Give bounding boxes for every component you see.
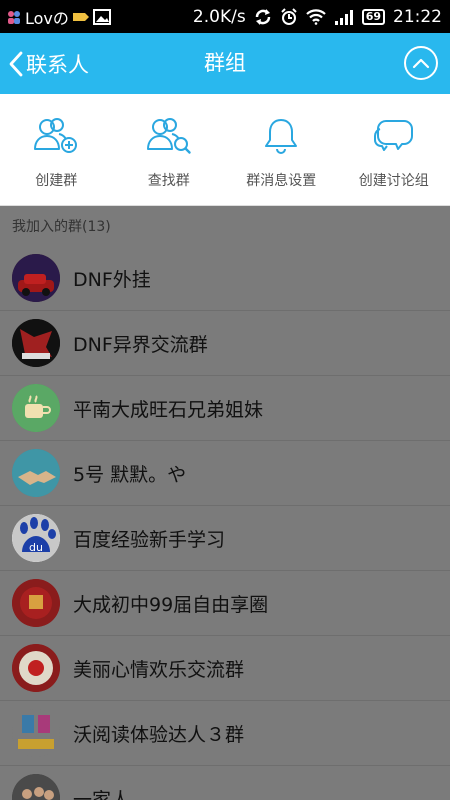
- status-left: Lovの: [0, 5, 111, 29]
- group-name: 大成初中99届自由享圈: [73, 593, 269, 616]
- net-speed: 2.0K/s: [192, 6, 246, 27]
- collapse-button[interactable]: [404, 46, 438, 80]
- notification-icon: [72, 10, 90, 24]
- signal-icon: [334, 9, 354, 25]
- bell-icon: [258, 116, 304, 156]
- status-bar: Lovの 2.0K/s 69 21:22: [0, 0, 450, 33]
- group-name: 百度经验新手学习: [73, 528, 226, 551]
- list-item[interactable]: 一家人: [0, 766, 450, 800]
- battery-indicator: 69: [361, 8, 385, 25]
- group-name: DNF异界交流群: [73, 333, 208, 356]
- group-message-settings-button[interactable]: 群消息设置: [225, 94, 338, 205]
- list-item[interactable]: 沃阅读体验达人３群: [0, 701, 450, 766]
- avatar: [12, 319, 60, 367]
- avatar: [12, 774, 60, 800]
- avatar: [12, 579, 60, 627]
- svg-text:du: du: [29, 541, 43, 554]
- list-item[interactable]: 平南大成旺石兄弟姐妹: [0, 376, 450, 441]
- create-group-label: 创建群: [35, 173, 78, 189]
- group-name: 美丽心情欢乐交流群: [73, 658, 245, 681]
- clock: 21:22: [393, 6, 442, 27]
- group-name: DNF外挂: [73, 268, 151, 291]
- chevron-up-icon: [412, 57, 430, 69]
- create-group-button[interactable]: 创建群: [0, 94, 113, 205]
- back-button[interactable]: 联系人: [8, 33, 89, 94]
- group-name: 沃阅读体验达人３群: [73, 723, 245, 746]
- alarm-icon: [280, 7, 298, 26]
- list-item[interactable]: 5号 默默。や: [0, 441, 450, 506]
- sync-icon: [254, 8, 272, 26]
- find-group-button[interactable]: 查找群: [113, 94, 226, 205]
- title-bar: 联系人 群组: [0, 33, 450, 94]
- find-group-icon: [146, 116, 192, 156]
- create-discussion-button[interactable]: 创建讨论组: [338, 94, 450, 205]
- avatar: du: [12, 514, 60, 562]
- list-item[interactable]: DNF外挂: [0, 246, 450, 311]
- image-icon: [92, 8, 111, 25]
- chevron-left-icon: [8, 51, 24, 77]
- chat-bubbles-icon: [371, 116, 417, 156]
- wifi-icon: [305, 8, 326, 25]
- create-group-icon: [33, 116, 79, 156]
- group-name: 平南大成旺石兄弟姐妹: [73, 398, 264, 421]
- group-name: 一家人: [73, 788, 131, 800]
- status-right: 2.0K/s 69 21:22: [193, 7, 450, 27]
- find-group-label: 查找群: [147, 173, 190, 189]
- carrier-text: Lovの: [25, 8, 69, 28]
- action-panel: 创建群 查找群 群消息设置 创建讨论组: [0, 94, 450, 206]
- avatar: [12, 449, 60, 497]
- section-header: 我加入的群(13): [12, 219, 111, 235]
- group-name: 5号 默默。や: [73, 463, 187, 486]
- list-item[interactable]: DNF异界交流群: [0, 311, 450, 376]
- list-item[interactable]: du 百度经验新手学习: [0, 506, 450, 571]
- avatar: [12, 644, 60, 692]
- group-list: 我加入的群(13) DNF外挂 DNF异界交流群 平南大成旺石兄弟姐妹 5号 默…: [0, 206, 450, 800]
- list-item[interactable]: 美丽心情欢乐交流群: [0, 636, 450, 701]
- create-discussion-label: 创建讨论组: [358, 173, 429, 189]
- back-label: 联系人: [26, 52, 89, 77]
- avatar: [12, 384, 60, 432]
- avatar: [12, 254, 60, 302]
- group-message-settings-label: 群消息设置: [246, 173, 317, 189]
- people-icon: [6, 9, 22, 25]
- list-item[interactable]: 大成初中99届自由享圈: [0, 571, 450, 636]
- avatar: [12, 709, 60, 757]
